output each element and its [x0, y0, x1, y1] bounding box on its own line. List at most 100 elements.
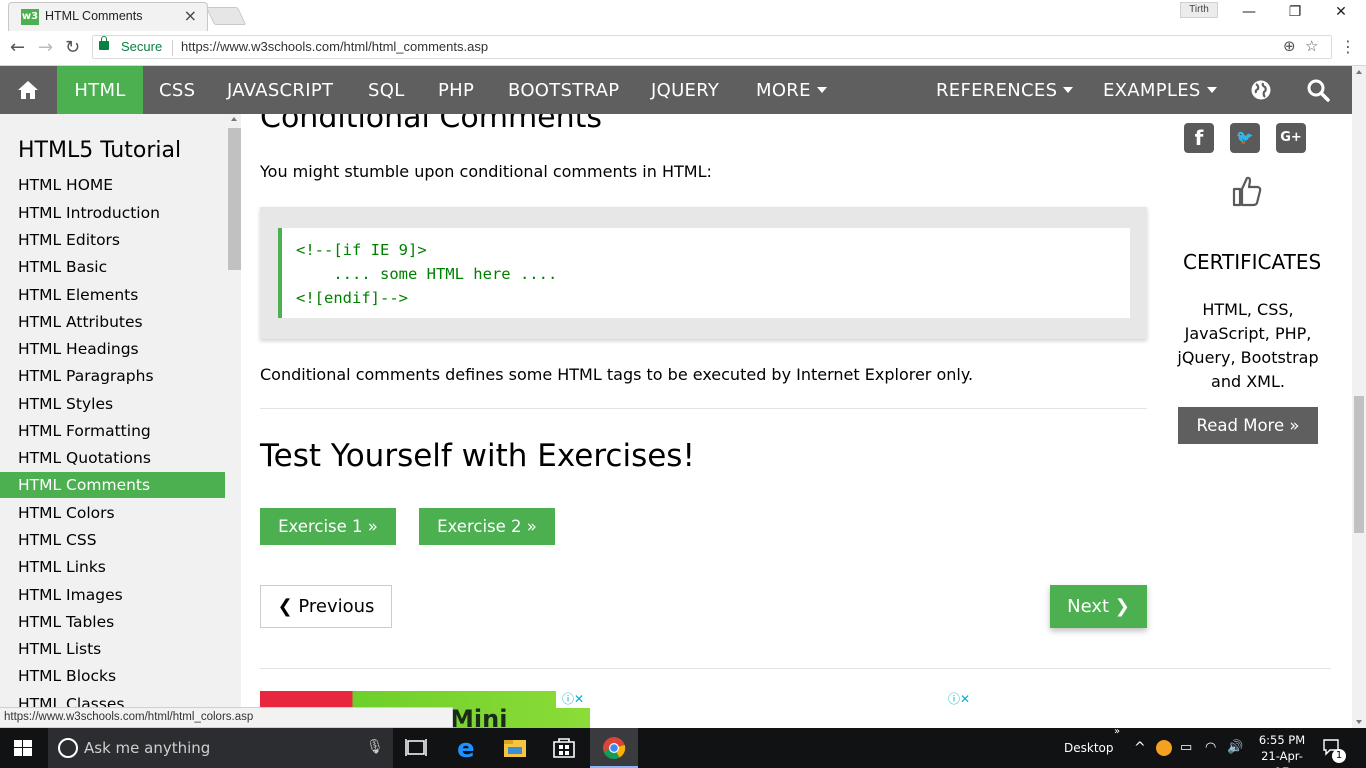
sidebar-item-html-basic[interactable]: HTML Basic [0, 254, 225, 280]
facebook-icon[interactable]: f [1184, 123, 1214, 153]
clock[interactable]: 6:55 PM 21-Apr-17 [1254, 732, 1310, 768]
caret-down-icon [816, 86, 827, 93]
sidebar-item-html-css[interactable]: HTML CSS [0, 527, 225, 553]
browser-menu-icon[interactable]: ⋮ [1340, 37, 1356, 56]
sidebar-item-html-elements[interactable]: HTML Elements [0, 282, 225, 308]
windows-start-icon[interactable] [14, 740, 32, 756]
back-arrow-icon[interactable]: ← [10, 37, 25, 58]
minimize-icon[interactable]: — [1226, 4, 1272, 24]
bookmark-star-icon[interactable]: ☆ [1305, 37, 1318, 55]
globe-icon[interactable] [1250, 79, 1272, 101]
sidebar-item-html-comments[interactable]: HTML Comments [0, 472, 225, 498]
desktop-toolbar-label[interactable]: Desktop [1064, 728, 1114, 768]
sidebar-item-html-lists[interactable]: HTML Lists [0, 636, 225, 662]
clock-time: 6:55 PM [1258, 733, 1306, 747]
sidebar-item-html-attributes[interactable]: HTML Attributes [0, 309, 225, 335]
sidebar-item-html-paragraphs[interactable]: HTML Paragraphs [0, 363, 225, 389]
exercise-1-button[interactable]: Exercise 1 » [260, 508, 396, 545]
volume-icon[interactable]: 🔊 [1227, 728, 1243, 768]
tab-close-icon[interactable]: × [184, 6, 197, 25]
browser-tab[interactable]: w3 HTML Comments × [8, 2, 208, 31]
certificates-text: HTML, CSS, JavaScript, PHP, jQuery, Boot… [1177, 300, 1319, 391]
nav-examples-label: EXAMPLES [1103, 80, 1201, 101]
nav-javascript[interactable]: JAVASCRIPT [227, 66, 333, 114]
nav-css[interactable]: CSS [159, 66, 195, 114]
battery-icon[interactable]: ▭ [1180, 728, 1192, 768]
sidebar-item-html-tables[interactable]: HTML Tables [0, 609, 225, 635]
edge-browser-icon[interactable]: e [443, 728, 491, 768]
lock-icon [99, 36, 109, 50]
exercise-2-button[interactable]: Exercise 2 » [419, 508, 555, 545]
twitter-icon[interactable]: 🐦 [1230, 123, 1260, 153]
sidebar-item-html-quotations[interactable]: HTML Quotations [0, 445, 225, 471]
nav-php[interactable]: PHP [438, 66, 474, 114]
sidebar-scroll-thumb[interactable] [228, 128, 241, 270]
scroll-up-arrow-icon[interactable] [1356, 70, 1362, 74]
w3schools-favicon-icon: w3 [21, 9, 39, 25]
store-icon[interactable] [540, 728, 588, 768]
show-hidden-icons-icon[interactable]: ^ [1134, 728, 1146, 768]
code-line: .... some HTML here .... [296, 265, 558, 283]
sidebar-item-html-editors[interactable]: HTML Editors [0, 227, 225, 253]
divider [260, 408, 1147, 409]
ad-info-close-icon[interactable]: ⓘ✕ [556, 691, 590, 708]
ad-info-close-icon[interactable]: ⓘ✕ [942, 691, 976, 708]
sidebar-scrollbar[interactable] [228, 114, 241, 728]
address-bar[interactable]: Secure https://www.w3schools.com/html/ht… [92, 35, 1332, 59]
search-icon[interactable] [1307, 79, 1330, 102]
nav-references[interactable]: REFERENCES [936, 66, 1074, 114]
search-placeholder: Ask me anything [84, 739, 211, 757]
sidebar-item-html-blocks[interactable]: HTML Blocks [0, 663, 225, 689]
forward-arrow-icon[interactable]: → [38, 37, 53, 58]
url-divider [172, 40, 173, 56]
nav-more[interactable]: MORE [756, 66, 827, 114]
zoom-icon[interactable]: ⊕ [1283, 37, 1296, 55]
like-icon[interactable] [1231, 174, 1263, 208]
toolbar-expand-icon[interactable]: » [1114, 722, 1120, 762]
secure-label: Secure [121, 39, 163, 54]
microphone-icon[interactable]: 🎙 [366, 739, 384, 755]
previous-button[interactable]: ❮ Previous [260, 585, 392, 628]
link-status-bar: https://www.w3schools.com/html/html_colo… [0, 707, 453, 728]
nav-sql[interactable]: SQL [368, 66, 405, 114]
url-text[interactable]: https://www.w3schools.com/html/html_comm… [181, 39, 488, 54]
page-scrollbar[interactable] [1352, 66, 1366, 728]
cortana-search-box[interactable]: Ask me anything 🎙 [48, 728, 393, 768]
home-button[interactable] [0, 66, 57, 114]
sidebar-item-html-home[interactable]: HTML HOME [0, 172, 225, 198]
sidebar-item-html-formatting[interactable]: HTML Formatting [0, 418, 225, 444]
restore-icon[interactable]: ❐ [1272, 4, 1318, 24]
sidebar-item-html-introduction[interactable]: HTML Introduction [0, 200, 225, 226]
profile-button[interactable]: Tirth [1180, 2, 1218, 18]
nav-examples[interactable]: EXAMPLES [1103, 66, 1217, 114]
sidebar-item-html-images[interactable]: HTML Images [0, 582, 225, 608]
notification-count-badge: 1 [1332, 749, 1346, 763]
file-explorer-icon[interactable] [491, 728, 539, 768]
nav-bootstrap[interactable]: BOOTSTRAP [508, 66, 619, 114]
intro-text: You might stumble upon conditional comme… [260, 162, 712, 181]
google-plus-icon[interactable]: G+ [1276, 123, 1306, 153]
sidebar-item-html-colors[interactable]: HTML Colors [0, 500, 225, 526]
sidebar-title: HTML5 Tutorial [18, 138, 182, 163]
close-window-icon[interactable]: ✕ [1318, 4, 1364, 24]
scroll-down-arrow-icon[interactable] [1356, 720, 1362, 724]
sidebar-item-html-headings[interactable]: HTML Headings [0, 336, 225, 362]
sidebar-item-html-links[interactable]: HTML Links [0, 554, 225, 580]
new-tab-button[interactable] [205, 7, 247, 25]
browser-tab-strip: w3 HTML Comments × Tirth — ❐ ✕ [0, 0, 1366, 31]
task-view-icon[interactable] [393, 728, 441, 768]
next-button[interactable]: Next ❯ [1050, 585, 1147, 628]
wifi-icon[interactable]: ◠ [1205, 728, 1216, 768]
nav-html[interactable]: HTML [57, 66, 143, 114]
section-heading: Conditional Comments [260, 114, 603, 135]
nav-jquery[interactable]: JQUERY [651, 66, 719, 114]
sidebar-item-html-styles[interactable]: HTML Styles [0, 391, 225, 417]
chrome-browser-icon[interactable] [590, 728, 638, 768]
code-example: <!--[if IE 9]> .... some HTML here .... <… [260, 207, 1147, 339]
scroll-up-arrow-icon[interactable] [231, 117, 237, 121]
reload-icon[interactable]: ↻ [65, 37, 80, 58]
code-box: <!--[if IE 9]> .... some HTML here .... <… [278, 228, 1130, 318]
antivirus-tray-icon[interactable] [1156, 740, 1172, 756]
page-scroll-thumb[interactable] [1354, 396, 1364, 533]
read-more-button[interactable]: Read More » [1178, 407, 1318, 444]
